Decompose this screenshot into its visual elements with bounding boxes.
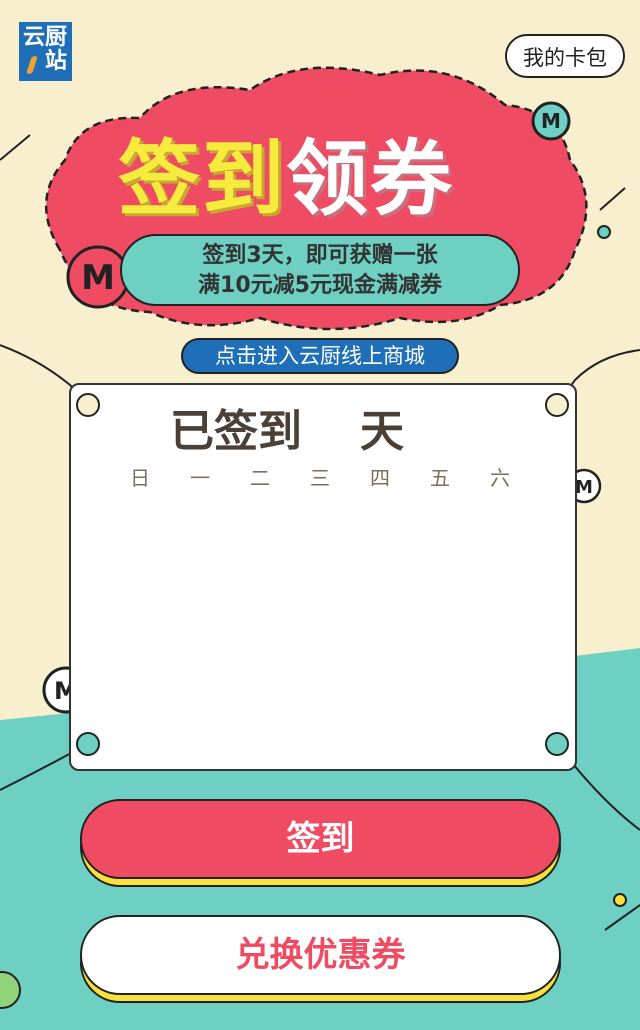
- signed-suffix: 天: [360, 406, 404, 457]
- page-title: 签到领券: [118, 112, 538, 232]
- weekday-label: 一: [190, 466, 210, 490]
- redeem-coupon-button[interactable]: 兑换优惠券: [80, 915, 561, 995]
- title-part-checkin: 签到: [118, 132, 287, 227]
- weekday-label: 三: [310, 466, 330, 490]
- svg-text:M: M: [541, 109, 561, 133]
- logo-char: 厨: [45, 25, 68, 50]
- promo-line: 满10元减5元现金满减券: [198, 273, 442, 298]
- yunchu-logo: 云 厨 站: [19, 22, 72, 81]
- logo-slash-icon: [26, 56, 38, 74]
- promo-message: 签到3天，即可获赠一张 满10元减5元现金满减券: [120, 234, 520, 306]
- svg-text:M: M: [575, 477, 593, 498]
- weekday-header: 日 一 二 三 四 五 六: [110, 462, 530, 491]
- logo-char: 站: [45, 49, 68, 74]
- svg-text:M: M: [81, 258, 115, 298]
- promo-line: 签到3天，即可获赠一张: [202, 243, 438, 268]
- my-wallet-button[interactable]: 我的卡包: [505, 34, 625, 78]
- weekday-label: 日: [130, 466, 150, 490]
- checkin-button[interactable]: 签到: [80, 799, 561, 879]
- weekday-label: 二: [250, 466, 270, 490]
- signed-days-text: 已签到 天: [170, 395, 404, 459]
- weekday-label: 四: [370, 466, 390, 490]
- title-part-coupon: 领券: [286, 132, 455, 227]
- online-mall-link[interactable]: 点击进入云厨线上商城: [181, 338, 459, 374]
- weekday-label: 五: [430, 466, 450, 490]
- signed-prefix: 已签到: [170, 406, 302, 457]
- logo-char: 云: [23, 25, 46, 50]
- weekday-label: 六: [490, 466, 510, 490]
